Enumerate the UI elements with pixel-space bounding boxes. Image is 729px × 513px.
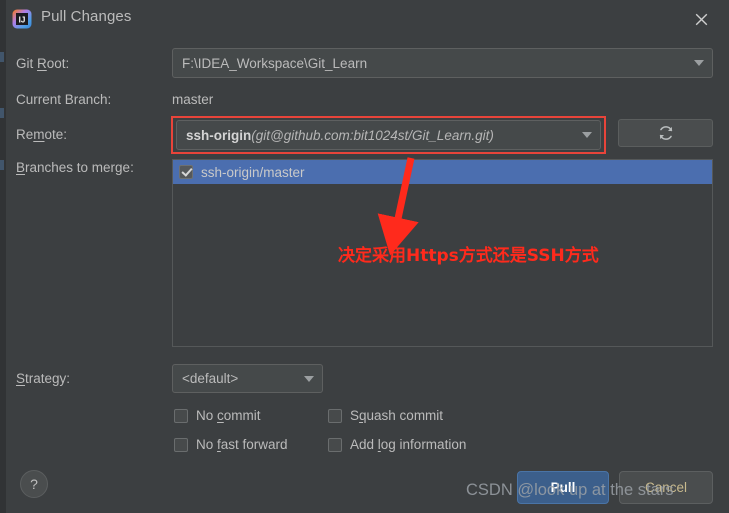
remote-name: ssh-origin	[186, 127, 252, 143]
checkbox-box[interactable]	[174, 437, 188, 452]
background-strip-marker	[0, 108, 4, 118]
remote-url: (git@github.com:bit1024st/Git_Learn.git)	[251, 127, 494, 143]
watermark-text: CSDN @look up at the stars	[466, 481, 674, 499]
squash-commit-checkbox[interactable]: Squash commit	[328, 408, 443, 423]
window-title: Pull Changes	[41, 8, 132, 25]
chevron-down-icon[interactable]	[296, 375, 322, 382]
annotation-text: 决定采用Https方式还是SSH方式	[338, 246, 599, 266]
strategy-value: <default>	[182, 371, 239, 386]
git-root-combo[interactable]: F:\IDEA_Workspace\Git_Learn	[172, 48, 713, 78]
checkbox-box[interactable]	[174, 408, 188, 423]
chevron-down-icon[interactable]	[574, 132, 600, 138]
pull-changes-dialog-screen: IJ Pull Changes Git Root: F:\IDEA_Worksp…	[0, 0, 729, 513]
remote-label: Remote:	[16, 127, 68, 142]
checkbox-box[interactable]	[328, 437, 342, 452]
help-button[interactable]: ?	[20, 470, 48, 498]
background-strip-marker	[0, 160, 4, 170]
svg-text:IJ: IJ	[19, 16, 26, 25]
close-icon[interactable]	[681, 4, 721, 34]
branches-to-merge-label: Branches to merge:	[16, 160, 134, 175]
background-strip-marker	[0, 52, 4, 62]
strategy-combo[interactable]: <default>	[172, 364, 323, 393]
refresh-icon	[659, 126, 672, 140]
no-commit-checkbox[interactable]: No commit	[174, 408, 261, 423]
add-log-information-checkbox[interactable]: Add log information	[328, 437, 466, 452]
strategy-label: Strategy:	[16, 371, 71, 386]
current-branch-value: master	[172, 92, 214, 107]
remote-combo[interactable]: ssh-origin(git@github.com:bit1024st/Git_…	[176, 120, 601, 150]
checkbox-box[interactable]	[328, 408, 342, 423]
list-item[interactable]: ssh-origin/master	[173, 160, 712, 184]
no-fast-forward-checkbox[interactable]: No fast forward	[174, 437, 288, 452]
git-root-value: F:\IDEA_Workspace\Git_Learn	[182, 55, 368, 71]
git-root-label: Git Root:	[16, 56, 70, 71]
branch-label: ssh-origin/master	[201, 164, 305, 180]
refresh-button[interactable]	[618, 119, 713, 147]
branch-checkbox[interactable]	[179, 165, 193, 179]
title-bar: IJ Pull Changes	[6, 0, 729, 38]
intellij-idea-icon: IJ	[12, 9, 32, 29]
current-branch-label: Current Branch:	[16, 92, 112, 107]
chevron-down-icon[interactable]	[686, 60, 712, 66]
